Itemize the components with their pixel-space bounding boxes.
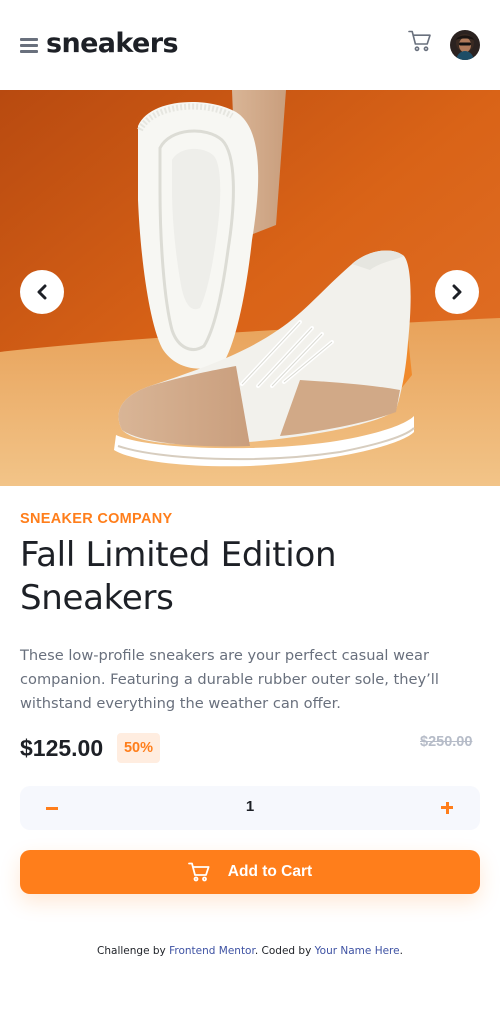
- site-header: sneakers: [0, 0, 500, 90]
- product-description: These low-profile sneakers are your perf…: [20, 647, 439, 712]
- company-name: SNEAKER COMPANY: [20, 511, 173, 527]
- chevron-left-icon: [37, 284, 47, 300]
- attribution-prefix: Challenge by: [97, 945, 170, 957]
- minus-icon[interactable]: [44, 798, 60, 818]
- author-link[interactable]: Your Name Here: [315, 945, 400, 957]
- product-image-carousel: [0, 90, 500, 486]
- frontend-mentor-link[interactable]: Frontend Mentor: [169, 945, 255, 957]
- chevron-right-icon: [452, 284, 462, 300]
- cart-icon[interactable]: [408, 30, 432, 52]
- carousel-next-button[interactable]: [435, 270, 479, 314]
- add-to-cart-button[interactable]: Add to Cart: [20, 850, 480, 894]
- current-price: $125.00: [20, 735, 104, 761]
- plus-icon[interactable]: [439, 798, 455, 818]
- add-to-cart-label: Add to Cart: [227, 863, 313, 880]
- product-title: Fall Limited Edition Sneakers: [20, 535, 337, 619]
- carousel-prev-button[interactable]: [20, 270, 64, 314]
- original-price: $250.00: [420, 734, 473, 750]
- quantity-stepper: 1: [20, 786, 480, 830]
- site-logo[interactable]: sneakers: [46, 30, 179, 57]
- quantity-value: 1: [245, 798, 255, 815]
- cart-icon: [187, 862, 210, 882]
- discount-badge: 50%: [117, 733, 160, 763]
- attribution-suffix: .: [399, 945, 403, 957]
- attribution-middle: . Coded by: [254, 945, 315, 957]
- user-avatar[interactable]: [450, 30, 480, 60]
- attribution: Challenge by Frontend Mentor. Coded by Y…: [0, 945, 500, 957]
- product-image: [0, 90, 500, 486]
- hamburger-menu-icon[interactable]: [20, 37, 38, 53]
